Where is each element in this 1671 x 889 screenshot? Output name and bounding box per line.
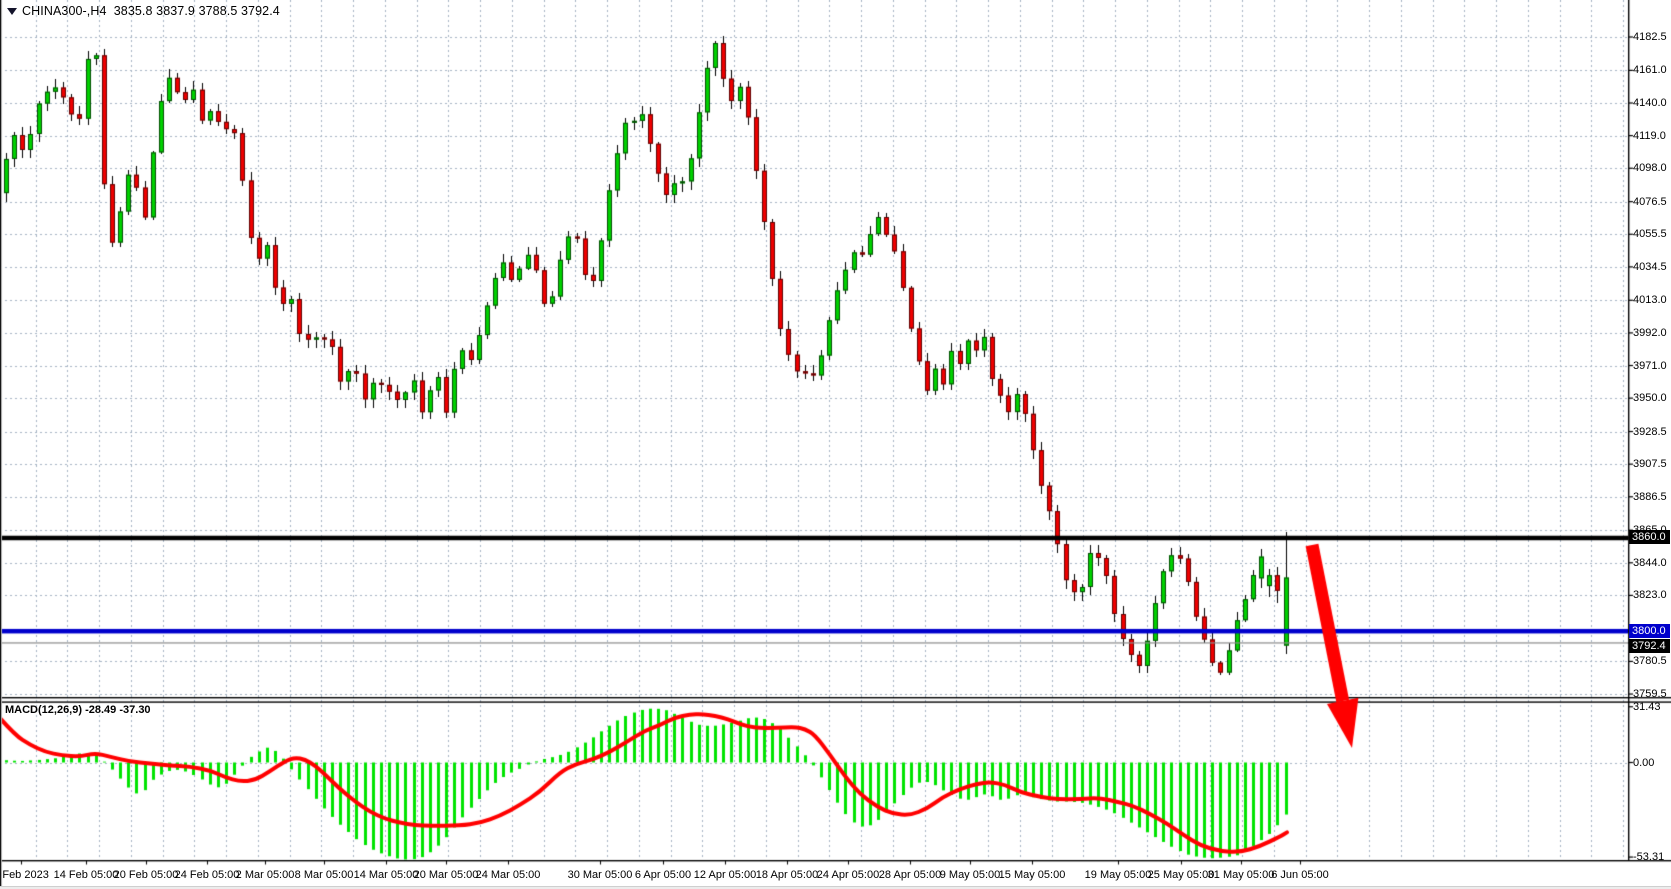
- price-tick-label: 3907.5: [1633, 458, 1671, 470]
- price-tick-label: 4013.0: [1633, 294, 1671, 306]
- macd-tick-label: 0.00: [1633, 757, 1671, 769]
- macd-tick-label: -53.31: [1633, 851, 1671, 863]
- time-tick-label: 2 Mar 05:00: [236, 869, 295, 882]
- time-tick-label: 20 Mar 05:00: [414, 869, 479, 882]
- time-tick-label: 8 Mar 05:00: [295, 869, 354, 882]
- macd-main-value: -28.49: [85, 704, 116, 716]
- price-tick-label: 3928.5: [1633, 426, 1671, 438]
- resistance-price-badge: 3860.0: [1629, 530, 1670, 544]
- time-tick-label: 28 Apr 05:00: [879, 869, 941, 882]
- quote-low: 3788.5: [199, 4, 238, 18]
- time-tick-label: 25 May 05:00: [1148, 869, 1215, 882]
- time-tick-label: 14 Feb 05:00: [54, 869, 119, 882]
- time-tick-label: 14 Mar 05:00: [354, 869, 419, 882]
- time-tick-label: 12 Apr 05:00: [694, 869, 756, 882]
- price-tick-label: 4076.5: [1633, 196, 1671, 208]
- current-price-badge: 3792.4: [1629, 639, 1670, 653]
- price-tick-label: 3780.5: [1633, 655, 1671, 667]
- price-tick-label: 4119.0: [1633, 130, 1671, 142]
- time-tick-label: 24 Mar 05:00: [476, 869, 541, 882]
- price-tick-label: 3886.5: [1633, 491, 1671, 503]
- support-price-badge: 3800.0: [1629, 624, 1670, 638]
- time-tick-label: 31 May 05:00: [1208, 869, 1275, 882]
- price-tick-label: 4182.5: [1633, 31, 1671, 43]
- time-tick-label: 9 May 05:00: [940, 869, 1001, 882]
- price-tick-label: 3823.0: [1633, 589, 1671, 601]
- price-tick-label: 3844.0: [1633, 557, 1671, 569]
- price-tick-label: 4034.5: [1633, 261, 1671, 273]
- time-tick-label: 24 Feb 05:00: [175, 869, 240, 882]
- price-tick-label: 3950.0: [1633, 392, 1671, 404]
- time-tick-label: 24 Apr 05:00: [817, 869, 879, 882]
- symbol-label: CHINA300-,H4: [22, 4, 107, 18]
- time-tick-label: 19 May 05:00: [1085, 869, 1152, 882]
- chart-canvas[interactable]: [0, 0, 1671, 889]
- price-tick-label: 4055.5: [1633, 228, 1671, 240]
- time-tick-label: 15 May 05:00: [999, 869, 1066, 882]
- quote-open: 3835.8: [114, 4, 153, 18]
- time-tick-label: 6 Jun 05:00: [1271, 869, 1329, 882]
- time-tick-label: 6 Apr 05:00: [635, 869, 691, 882]
- symbol-dropdown-icon[interactable]: [7, 8, 17, 15]
- chart-window: CHINA300-,H4 3835.8 3837.9 3788.5 3792.4…: [0, 0, 1671, 889]
- quote-high: 3837.9: [156, 4, 195, 18]
- time-tick-label: 20 Feb 05:00: [114, 869, 179, 882]
- price-tick-label: 3971.0: [1633, 360, 1671, 372]
- chart-title: CHINA300-,H4 3835.8 3837.9 3788.5 3792.4: [22, 4, 280, 18]
- pane-separator[interactable]: [0, 696, 1671, 704]
- price-tick-label: 3992.0: [1633, 327, 1671, 339]
- macd-indicator-label: MACD(12,26,9) -28.49 -37.30: [5, 704, 151, 716]
- time-tick-label: 18 Apr 05:00: [756, 869, 818, 882]
- price-tick-label: 4140.0: [1633, 97, 1671, 109]
- macd-signal-value: -37.30: [119, 704, 150, 716]
- price-tick-label: 4161.0: [1633, 64, 1671, 76]
- time-tick-label: 8 Feb 2023: [0, 869, 49, 882]
- macd-name: MACD(12,26,9): [5, 704, 82, 716]
- quote-close: 3792.4: [241, 4, 280, 18]
- time-tick-label: 30 Mar 05:00: [568, 869, 633, 882]
- price-tick-label: 4098.0: [1633, 162, 1671, 174]
